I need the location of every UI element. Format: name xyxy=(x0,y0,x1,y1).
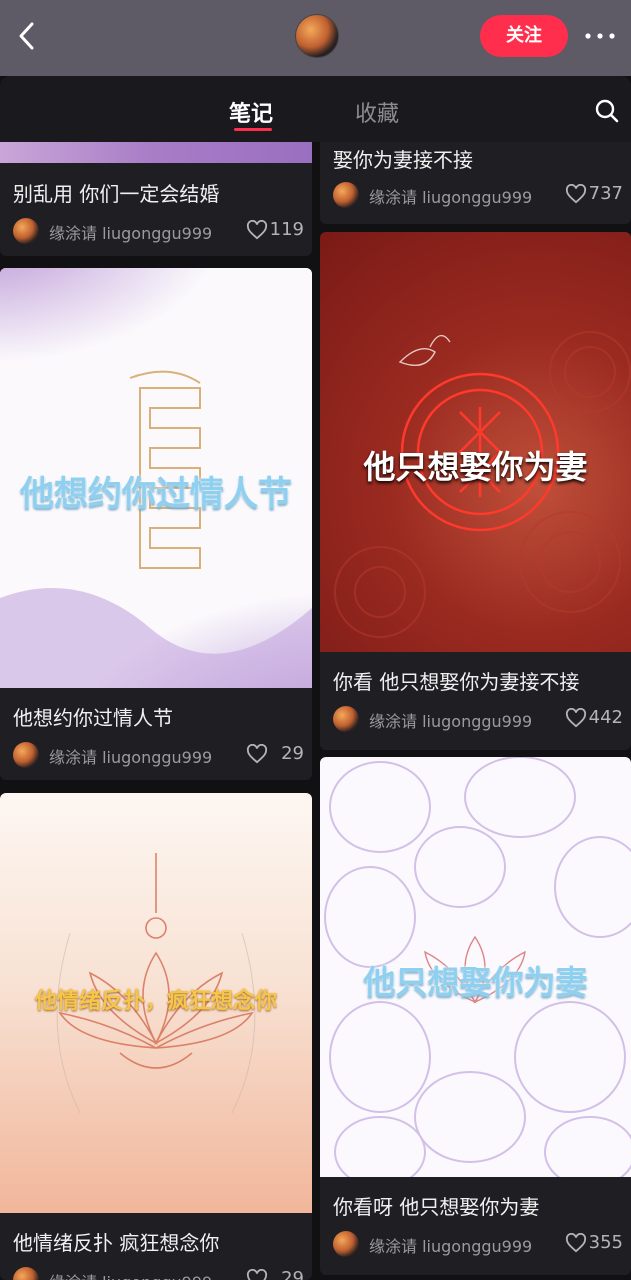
profile-header: 关注 xyxy=(0,0,631,76)
author-avatar xyxy=(13,1267,39,1280)
note-card[interactable]: 他想约你过情人节 他想约你过情人节 缘涂请 liugonggu999 29 xyxy=(0,268,312,780)
note-meta: 缘涂请 liugonggu999 442 xyxy=(333,704,623,734)
note-cover xyxy=(0,142,312,163)
author-avatar xyxy=(333,706,359,732)
author-name: 缘涂请 liugonggu999 xyxy=(369,712,533,731)
cover-text: 他情绪反扑，疯狂想念你 xyxy=(34,989,277,1014)
author-name: 缘涂请 liugonggu999 xyxy=(49,748,213,767)
more-dots-icon xyxy=(585,33,615,39)
note-card[interactable]: 他只想娶你为妻 你看 他只想娶你为妻接不接 缘涂请 liugonggu999 4… xyxy=(320,232,631,750)
author-avatar xyxy=(333,182,359,208)
like-count: 29 xyxy=(281,743,304,764)
note-card[interactable]: 他只想娶你为妻 你看呀 他只想娶你为妻 缘涂请 liugonggu999 355 xyxy=(320,757,631,1275)
author-name: 缘涂请 liugonggu999 xyxy=(49,224,213,243)
author-avatar xyxy=(333,1231,359,1257)
cover-text: 他只想娶你为妻 xyxy=(363,963,588,1001)
note-meta: 缘涂请 liugonggu999 119 xyxy=(13,216,304,246)
author-name: 缘涂请 liugonggu999 xyxy=(49,1269,212,1280)
note-title: 你看呀 他只想娶你为妻 xyxy=(333,1195,540,1219)
note-card[interactable]: 别乱用 你们一定会结婚 缘涂请 liugonggu999 119 xyxy=(0,142,312,256)
note-title: 他想约你过情人节 xyxy=(13,706,173,730)
like-count: 355 xyxy=(588,1232,623,1253)
author-avatar xyxy=(13,742,39,768)
note-meta: 缘涂请 liugonggu999 737 xyxy=(333,180,623,210)
like-count: 119 xyxy=(269,219,304,240)
note-card[interactable]: 娶你为妻接不接 缘涂请 liugonggu999 737 xyxy=(320,142,631,224)
author-avatar xyxy=(13,218,39,244)
tab-favorites[interactable]: 收藏 xyxy=(355,96,399,128)
heart-icon[interactable] xyxy=(246,220,268,240)
author-name: 缘涂请 liugonggu999 xyxy=(369,1237,533,1256)
heart-icon[interactable] xyxy=(246,744,268,764)
like-count: 442 xyxy=(588,707,623,728)
note-cover: 他只想娶你为妻 xyxy=(320,757,631,1177)
search-icon xyxy=(595,99,619,123)
note-meta: 缘涂请 liugonggu999 355 xyxy=(333,1229,623,1259)
heart-icon[interactable] xyxy=(246,1269,268,1280)
like-count: 29 xyxy=(281,1268,304,1280)
search-button[interactable] xyxy=(594,98,620,124)
note-meta: 缘涂请 liugonggu999 29 xyxy=(13,1265,304,1280)
note-card[interactable]: 他情绪反扑，疯狂想念你 他情绪反扑 疯狂想念你 缘涂请 liugonggu999… xyxy=(0,793,312,1280)
heart-icon[interactable] xyxy=(565,1233,587,1253)
cover-text: 他只想娶你为妻 xyxy=(363,448,588,486)
like-count: 737 xyxy=(588,183,623,204)
note-cover: 他情绪反扑，疯狂想念你 xyxy=(0,793,312,1213)
note-title: 他情绪反扑 疯狂想念你 xyxy=(13,1231,220,1255)
note-meta: 缘涂请 liugonggu999 29 xyxy=(13,740,304,770)
cover-text: 他想约你过情人节 xyxy=(20,474,292,514)
follow-button[interactable]: 关注 xyxy=(480,15,568,57)
note-cover: 他只想娶你为妻 xyxy=(320,232,631,652)
tab-notes[interactable]: 笔记 xyxy=(229,96,273,128)
note-title: 别乱用 你们一定会结婚 xyxy=(13,182,220,206)
profile-avatar[interactable] xyxy=(295,14,339,58)
tab-bar: 笔记 收藏 xyxy=(0,76,631,142)
back-arrow-icon xyxy=(19,22,34,50)
more-button[interactable] xyxy=(583,22,617,50)
heart-icon[interactable] xyxy=(565,708,587,728)
author-name: 缘涂请 liugonggu999 xyxy=(369,188,533,207)
note-title: 你看 他只想娶你为妻接不接 xyxy=(333,670,580,694)
active-tab-indicator xyxy=(234,128,272,131)
note-cover: 他想约你过情人节 xyxy=(0,268,312,688)
heart-icon[interactable] xyxy=(565,184,587,204)
note-title: 娶你为妻接不接 xyxy=(333,148,473,172)
back-button[interactable] xyxy=(14,18,42,54)
